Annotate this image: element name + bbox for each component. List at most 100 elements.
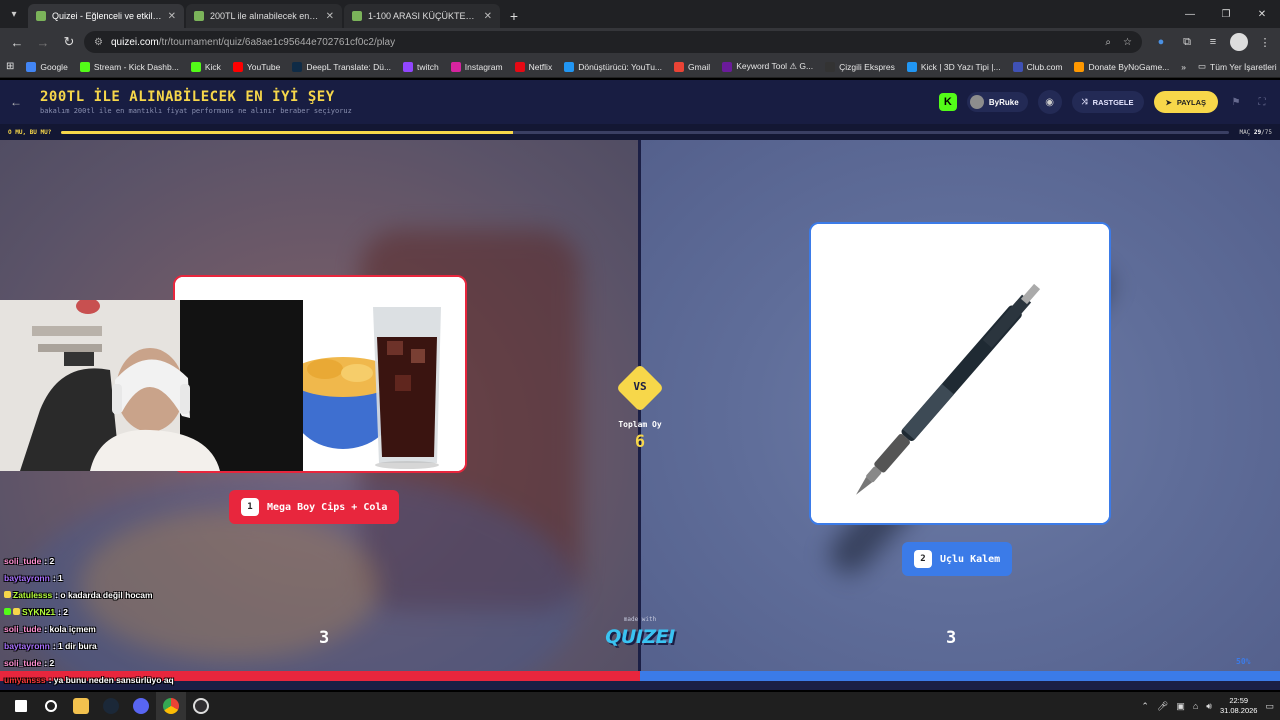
- bookmark-favicon: [190, 61, 201, 72]
- close-window-icon[interactable]: ✕: [1244, 0, 1280, 28]
- share-button[interactable]: ➤ PAYLAŞ: [1153, 91, 1218, 113]
- bookmark-instagram[interactable]: Instagram: [450, 61, 503, 72]
- clock[interactable]: 22:59 31.08.2026: [1220, 696, 1258, 716]
- browser-tab-1[interactable]: Quizei - Eğlenceli ve etkileşimli ✕: [28, 4, 184, 28]
- bookmark-favicon: [450, 61, 461, 72]
- bookmark-3d-font[interactable]: Kick | 3D Yazı Tipi |...: [906, 61, 1001, 72]
- chat-badge-icon: [13, 608, 20, 615]
- total-votes-label: Toplam Oy: [618, 420, 662, 429]
- more-bookmarks-icon[interactable]: »: [1181, 62, 1186, 72]
- right-choice-button[interactable]: 2 Uçlu Kalem: [902, 542, 1013, 576]
- send-icon: ➤: [1165, 97, 1172, 107]
- right-choice-image[interactable]: [809, 222, 1111, 525]
- chat-message: baytayronn: 1: [4, 572, 63, 583]
- bookmark-club[interactable]: Club.com: [1012, 61, 1062, 72]
- chat-message: soli_tude: kola içmem: [4, 623, 96, 634]
- new-tab-button[interactable]: +: [502, 4, 526, 28]
- profile-avatar[interactable]: [1230, 33, 1248, 51]
- fullscreen-icon[interactable]: ⛶: [1254, 97, 1270, 108]
- file-explorer-icon[interactable]: [66, 692, 96, 720]
- chat-message: soli_tude: 2: [4, 555, 55, 566]
- notification-icon[interactable]: ▭: [1265, 701, 1274, 712]
- site-info-icon[interactable]: ⚙: [94, 37, 103, 48]
- tab-close-icon[interactable]: ✕: [326, 11, 334, 22]
- camera-icon[interactable]: ▣: [1176, 701, 1185, 712]
- tab-search-icon[interactable]: ▾: [0, 0, 28, 28]
- zoom-icon[interactable]: ⌕: [1105, 37, 1111, 48]
- chrome-icon[interactable]: [156, 692, 186, 720]
- volume-icon[interactable]: 🔊︎: [1206, 701, 1212, 712]
- bookmark-gmail[interactable]: Gmail: [674, 61, 710, 72]
- bookmark-kick-dashboard[interactable]: Stream - Kick Dashb...: [79, 61, 179, 72]
- random-button[interactable]: ⤨ RASTGELE: [1071, 91, 1144, 113]
- bookmark-converter[interactable]: Dönüştürücü: YouTu...: [564, 61, 662, 72]
- user-chip[interactable]: ByRuke: [966, 92, 1028, 112]
- kick-logo-icon: K: [938, 93, 957, 111]
- media-control-icon[interactable]: ≡: [1204, 33, 1222, 51]
- steam-icon[interactable]: [96, 692, 126, 720]
- vs-text: VS: [633, 380, 647, 393]
- reload-icon[interactable]: ↻: [58, 31, 80, 53]
- extension-icon[interactable]: ●: [1152, 33, 1170, 51]
- windows-taskbar: ⌃ 🎤︎ ▣ ⌂ 🔊︎ 22:59 31.08.2026 ▭: [0, 692, 1280, 720]
- chat-message: SYKN21: 2: [4, 603, 304, 620]
- bookmark-kick[interactable]: Kick: [190, 61, 221, 72]
- bookmark-twitch[interactable]: twitch: [403, 61, 439, 72]
- obs-icon[interactable]: [186, 692, 216, 720]
- bookmark-deepl[interactable]: DeepL Translate: Dü...: [292, 61, 391, 72]
- bookmark-netflix[interactable]: Netflix: [514, 61, 552, 72]
- bookmark-youtube[interactable]: YouTube: [232, 61, 280, 72]
- tray-chevron-icon[interactable]: ⌃: [1141, 701, 1149, 712]
- tab-title: Quizei - Eğlenceli ve etkileşimli: [52, 11, 162, 21]
- right-score: 3: [946, 628, 957, 648]
- flag-icon[interactable]: ⚑: [1228, 97, 1244, 108]
- webcam-feed-image: [0, 300, 303, 471]
- menu-kebab-icon[interactable]: ⋮: [1256, 33, 1274, 51]
- bookmark-favicon: [906, 61, 917, 72]
- chat-message: baytayronn: 1 dir bura: [4, 640, 97, 651]
- start-menu-icon[interactable]: [6, 692, 36, 720]
- forward-icon[interactable]: →: [32, 31, 54, 53]
- quizei-logo[interactable]: QUIZEI: [600, 626, 680, 648]
- bookmark-donate[interactable]: Donate ByNoGame...: [1074, 61, 1169, 72]
- microphone-icon[interactable]: 🎤︎: [1157, 701, 1168, 712]
- browser-tab-3[interactable]: 1-100 ARASI KÜÇÜKTEN BÜYÜĞE ✕: [344, 4, 500, 28]
- back-arrow-icon[interactable]: ←: [10, 95, 28, 109]
- browser-tab-2[interactable]: 200TL ile alınabilecek en iyi şey ✕: [186, 4, 342, 28]
- bookmark-favicon: [722, 61, 733, 72]
- quiz-title: 200TL İLE ALINABİLECEK EN İYİ ŞEY: [40, 89, 335, 105]
- address-bar[interactable]: ⚙ quizei.com/tr/tournament/quiz/6a8ae1c9…: [84, 31, 1142, 53]
- choice-label: Uçlu Kalem: [940, 553, 1001, 565]
- bookmark-favicon: [26, 61, 37, 72]
- chat-message: soli_tude: 2: [4, 657, 55, 668]
- all-bookmarks-folder[interactable]: ▭ Tüm Yer İşaretleri: [1198, 61, 1277, 72]
- discord-icon[interactable]: [126, 692, 156, 720]
- shuffle-icon: ⤨: [1081, 97, 1088, 106]
- webcam-overlay: [0, 300, 303, 471]
- bookmark-keyword-tool[interactable]: Keyword Tool ⚠ G...: [722, 61, 813, 72]
- system-tray: ⌃ 🎤︎ ▣ ⌂ 🔊︎ 22:59 31.08.2026 ▭: [1141, 696, 1274, 716]
- eye-icon[interactable]: ◉: [1037, 90, 1062, 114]
- bookmark-cizgili-ekspres[interactable]: Çizgili Ekspres: [825, 61, 895, 72]
- chat-message: umyansss: ya bunu neden sansürlüyo aq: [4, 674, 174, 685]
- tab-favicon: [194, 11, 204, 21]
- tab-close-icon[interactable]: ✕: [168, 11, 176, 22]
- url-host: quizei.com: [110, 36, 159, 48]
- apps-grid-icon[interactable]: ⊞: [6, 61, 14, 72]
- bookmark-favicon: [825, 61, 836, 72]
- bookmark-star-icon[interactable]: ☆: [1123, 37, 1132, 48]
- left-choice-button[interactable]: 1 Mega Boy Cips + Cola: [229, 490, 400, 524]
- bookmark-google[interactable]: Google: [26, 61, 68, 72]
- chat-message: Zatulesss: o kadarda değil hocam: [4, 586, 304, 603]
- tab-close-icon[interactable]: ✕: [484, 11, 492, 22]
- quiz-subtitle: bakalım 200tl ile en mantıklı fiyat perf…: [40, 107, 352, 115]
- bookmark-favicon: [514, 61, 525, 72]
- search-icon[interactable]: [36, 692, 66, 720]
- bookmark-favicon: [674, 61, 684, 72]
- extensions-puzzle-icon[interactable]: ⧉: [1178, 33, 1196, 51]
- back-icon[interactable]: ←: [6, 31, 28, 53]
- restore-icon[interactable]: ❐: [1208, 0, 1244, 28]
- minimize-icon[interactable]: —: [1172, 0, 1208, 28]
- progress-fill: [61, 130, 514, 134]
- network-icon[interactable]: ⌂: [1193, 701, 1198, 711]
